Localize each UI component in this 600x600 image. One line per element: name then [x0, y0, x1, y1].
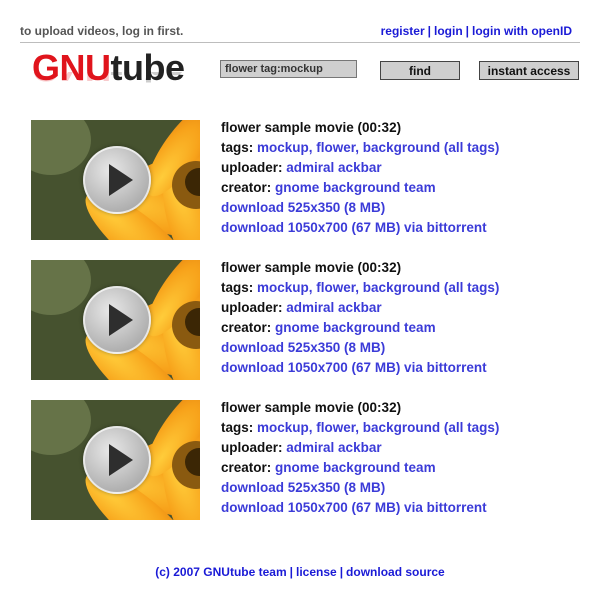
download-small-link[interactable]: download 525x350 (8 MB): [221, 480, 385, 495]
all-tags-link[interactable]: (all tags): [444, 140, 500, 155]
video-title: flower sample movie (00:32): [221, 400, 402, 415]
download-large-link[interactable]: download 1050x700 (67 MB) via bittorrent: [221, 360, 487, 375]
uploader-link[interactable]: admiral ackbar: [286, 160, 381, 175]
uploader-link[interactable]: admiral ackbar: [286, 440, 381, 455]
video-info: flower sample movie (00:32) tags: mockup…: [221, 118, 581, 238]
creator-label: creator:: [221, 460, 272, 475]
top-bar: to upload videos, log in first. register…: [20, 22, 580, 43]
separator: |: [427, 24, 431, 38]
play-button[interactable]: [83, 146, 151, 214]
register-link[interactable]: register: [381, 24, 425, 38]
all-tags-link[interactable]: (all tags): [444, 420, 500, 435]
separator: |: [339, 565, 344, 579]
instant-access-button[interactable]: instant access: [479, 61, 579, 80]
logo-reflection: GNUtube: [32, 72, 185, 88]
uploader-label: uploader:: [221, 300, 283, 315]
login-notice: to upload videos, log in first.: [20, 24, 184, 38]
login-link[interactable]: login: [434, 24, 463, 38]
video-entry: flower sample movie (00:32) tags: mockup…: [31, 400, 581, 522]
creator-link[interactable]: gnome background team: [275, 460, 436, 475]
video-thumbnail[interactable]: [31, 120, 200, 240]
video-entry: flower sample movie (00:32) tags: mockup…: [31, 120, 581, 242]
account-links: register | login | login with openID: [381, 24, 572, 38]
video-info: flower sample movie (00:32) tags: mockup…: [221, 398, 581, 518]
video-thumbnail[interactable]: [31, 400, 200, 520]
all-tags-link[interactable]: (all tags): [444, 280, 500, 295]
video-entry: flower sample movie (00:32) tags: mockup…: [31, 260, 581, 382]
tags-link[interactable]: mockup, flower, background: [257, 140, 440, 155]
uploader-label: uploader:: [221, 160, 283, 175]
tags-link[interactable]: mockup, flower, background: [257, 420, 440, 435]
play-icon: [109, 304, 133, 336]
play-icon: [109, 444, 133, 476]
tags-label: tags:: [221, 280, 254, 295]
download-small-link[interactable]: download 525x350 (8 MB): [221, 340, 385, 355]
download-large-link[interactable]: download 1050x700 (67 MB) via bittorrent: [221, 500, 487, 515]
play-button[interactable]: [83, 426, 151, 494]
video-info: flower sample movie (00:32) tags: mockup…: [221, 258, 581, 378]
download-large-link[interactable]: download 1050x700 (67 MB) via bittorrent: [221, 220, 487, 235]
creator-link[interactable]: gnome background team: [275, 320, 436, 335]
openid-login-link[interactable]: login with openID: [472, 24, 572, 38]
play-icon: [109, 164, 133, 196]
creator-label: creator:: [221, 180, 272, 195]
tags-label: tags:: [221, 420, 254, 435]
video-title: flower sample movie (00:32): [221, 260, 402, 275]
video-thumbnail[interactable]: [31, 260, 200, 380]
copyright-text: (c) 2007 GNUtube team: [155, 565, 287, 579]
find-button[interactable]: find: [380, 61, 460, 80]
uploader-link[interactable]: admiral ackbar: [286, 300, 381, 315]
separator: |: [289, 565, 293, 579]
creator-link[interactable]: gnome background team: [275, 180, 436, 195]
creator-label: creator:: [221, 320, 272, 335]
tags-link[interactable]: mockup, flower, background: [257, 280, 440, 295]
license-link[interactable]: license: [296, 565, 337, 579]
download-source-link[interactable]: download source: [346, 565, 445, 579]
footer: (c) 2007 GNUtube team | license | download s…: [0, 565, 600, 579]
download-small-link[interactable]: download 525x350 (8 MB): [221, 200, 385, 215]
play-button[interactable]: [83, 286, 151, 354]
search-input[interactable]: [220, 60, 357, 78]
separator: |: [465, 24, 470, 38]
uploader-label: uploader:: [221, 440, 283, 455]
video-title: flower sample movie (00:32): [221, 120, 402, 135]
tags-label: tags:: [221, 140, 254, 155]
gnutube-logo[interactable]: GNUtube GNUtube: [32, 48, 202, 104]
